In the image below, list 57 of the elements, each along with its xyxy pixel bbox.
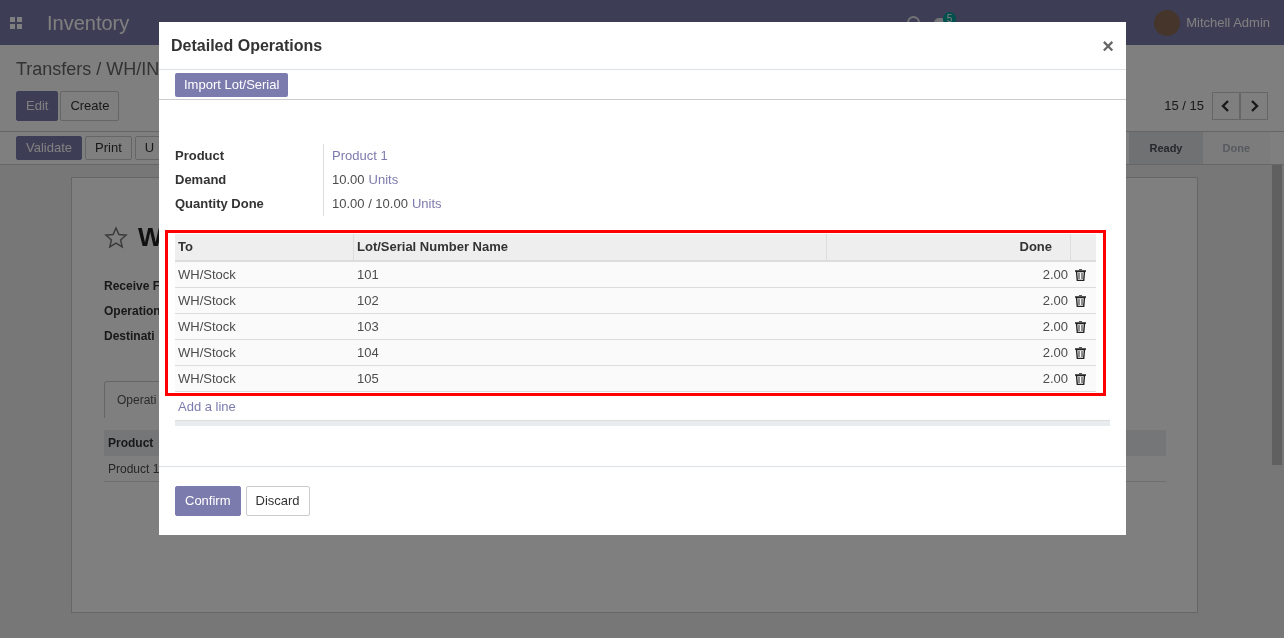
add-line-link[interactable]: Add a line (178, 397, 236, 417)
confirm-button[interactable]: Confirm (175, 486, 241, 516)
field-value: 10.00 (332, 171, 365, 190)
header-cell (1071, 234, 1096, 260)
table-cell-text: 102 (356, 291, 380, 310)
table-cell-text: 2.00 (1041, 317, 1069, 336)
trash-icon[interactable] (1075, 268, 1086, 281)
field-label: Destinati (104, 328, 156, 345)
chevron-left-icon (1220, 99, 1232, 113)
unit-link[interactable]: Units (411, 194, 442, 214)
next-button[interactable] (1240, 92, 1268, 120)
trash-icon[interactable] (1075, 294, 1086, 307)
create-button[interactable]: Create (60, 91, 120, 121)
button[interactable]: Validate (16, 136, 82, 160)
table-cell-text: WH/Stock (177, 265, 237, 284)
field-label: Product (175, 147, 226, 165)
close-button[interactable]: × (1102, 35, 1114, 56)
edit-button[interactable]: Edit (16, 91, 59, 121)
horizontal-scrollbar[interactable] (175, 419, 1110, 426)
table-cell-text: 2.00 (1041, 291, 1069, 310)
dialog-title: Detailed Operations (171, 35, 323, 56)
chevron-right-icon (1248, 99, 1260, 113)
discard-button[interactable]: Discard (245, 486, 310, 516)
table-cell-text: 2.00 (1041, 369, 1069, 388)
column-header[interactable]: Done (827, 234, 1071, 260)
trash-icon[interactable] (1075, 372, 1086, 385)
field-value: 10.00 / 10.00 (332, 195, 408, 214)
import-button[interactable]: Import Lot/Serial (175, 72, 289, 97)
button[interactable]: Print (85, 136, 132, 160)
table-cell-text: 101 (356, 265, 380, 284)
previous-button[interactable] (1212, 92, 1240, 120)
column-header[interactable]: To (175, 234, 354, 260)
unit-link[interactable]: Units (368, 170, 399, 190)
field-label: Operation (104, 303, 162, 320)
table-cell-text: 105 (356, 369, 380, 388)
table-cell-text: WH/Stock (177, 369, 237, 388)
table-cell-text: WH/Stock (177, 291, 237, 310)
app-title[interactable]: Inventory (47, 7, 130, 38)
star-icon[interactable] (104, 225, 128, 250)
table-cell-text: 2.00 (1041, 265, 1069, 284)
table-cell-text: 2.00 (1041, 343, 1069, 362)
trash-icon[interactable] (1075, 346, 1086, 359)
column-header[interactable]: Lot/Serial Number Name (354, 234, 827, 260)
field-label: Demand (175, 171, 228, 189)
status-stage[interactable]: Ready (1129, 132, 1203, 164)
pager-text: 15 / 15 (1164, 97, 1204, 116)
apps-icon[interactable] (10, 16, 22, 29)
user-name[interactable]: Mitchell Admin (1186, 12, 1270, 33)
product-link[interactable]: Product 1 (332, 146, 388, 166)
table-cell-text: 103 (356, 317, 380, 336)
field-label: Quantity Done (175, 195, 265, 213)
table-cell-text: 104 (356, 343, 380, 362)
scrollbar[interactable] (1272, 165, 1282, 465)
trash-icon[interactable] (1075, 320, 1086, 333)
table-cell-text: WH/Stock (177, 343, 237, 362)
table-cell-text: WH/Stock (177, 317, 237, 336)
column-header: Product (108, 435, 154, 452)
